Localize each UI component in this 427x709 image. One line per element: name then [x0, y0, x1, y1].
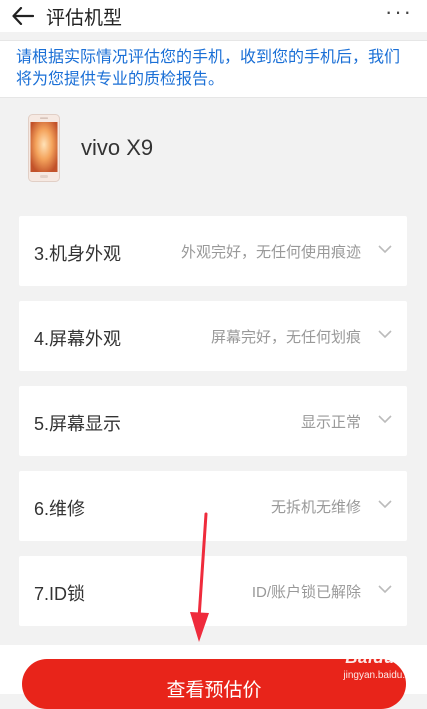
item-value: ID/账户锁已解除	[251, 584, 361, 601]
item-label: 7.ID锁	[34, 584, 86, 604]
page-title: 评估机型	[46, 7, 123, 29]
chevron-down-icon	[378, 415, 392, 424]
watermark-logo: Baidu	[345, 648, 395, 667]
chevron-down-icon	[378, 585, 392, 594]
item-value: 无拆机无维修	[270, 499, 361, 516]
chevron-down-icon	[378, 330, 392, 339]
notice-banner: 请根据实际情况评估您的手机，收到您的手机后，我们将为您提供专业的质检报告。	[0, 40, 427, 98]
item-value: 外观完好，无任何使用痕迹	[180, 244, 361, 261]
back-button[interactable]	[0, 0, 46, 32]
device-name: vivo X9	[81, 135, 154, 160]
baidu-jingyan-watermark: Baidu经验 jingyan.baidu.com	[314, 648, 424, 692]
item-label: 3.机身外观	[34, 244, 122, 264]
arrow-left-icon	[12, 7, 34, 25]
more-button[interactable]: ···	[385, 1, 413, 23]
item-label: 6.维修	[34, 499, 86, 519]
annotation-arrow-icon	[190, 512, 209, 642]
assessment-item-body[interactable]: 3.机身外观 外观完好，无任何使用痕迹	[19, 216, 407, 286]
item-value: 显示正常	[300, 414, 361, 431]
watermark-logo-suffix: 经验	[395, 650, 424, 666]
view-estimate-label: 查看预估价	[166, 680, 262, 701]
device-card: vivo X9	[0, 104, 427, 196]
assessment-item-screen-display[interactable]: 5.屏幕显示 显示正常	[19, 386, 407, 456]
assessment-item-screen-appearance[interactable]: 4.屏幕外观 屏幕完好，无任何划痕	[19, 301, 407, 371]
top-bar: 评估机型 ···	[0, 0, 427, 32]
phone-thumbnail	[28, 114, 60, 182]
item-label: 5.屏幕显示	[34, 414, 122, 434]
chevron-down-icon	[378, 500, 392, 509]
notice-text: 请根据实际情况评估您的手机，收到您的手机后，我们将为您提供专业的质检报告。	[16, 49, 401, 88]
more-horizontal-icon: ···	[385, 0, 413, 24]
watermark-url: jingyan.baidu.com	[343, 670, 424, 681]
item-value: 屏幕完好，无任何划痕	[210, 329, 361, 346]
item-label: 4.屏幕外观	[34, 329, 122, 349]
chevron-down-icon	[378, 245, 392, 254]
